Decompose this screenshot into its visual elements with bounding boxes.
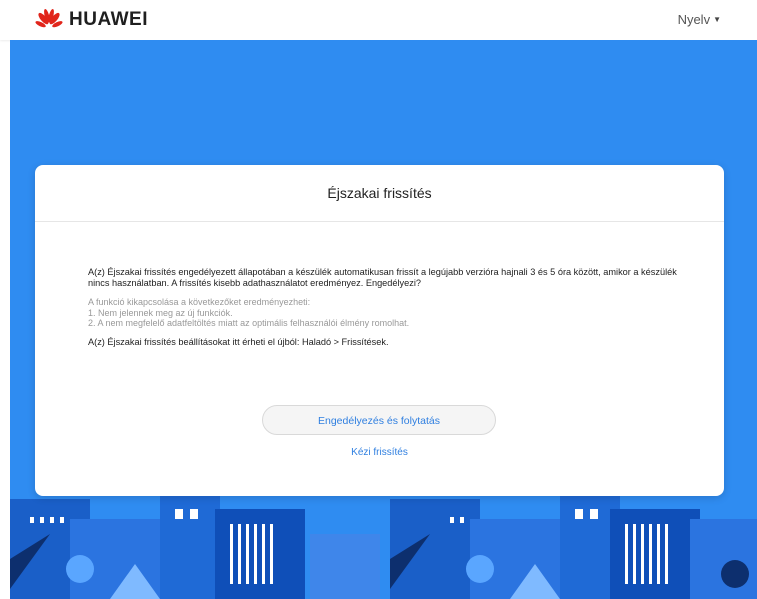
dialog-description: A(z) Éjszakai frissítés engedélyezett ál… <box>88 267 677 288</box>
enable-and-continue-button[interactable]: Engedélyezés és folytatás <box>262 405 496 435</box>
language-label: Nyelv <box>677 12 711 27</box>
language-menu[interactable]: Nyelv ▼ <box>678 12 721 27</box>
huawei-logo: HUAWEI <box>35 8 148 32</box>
hint-line: A funkció kikapcsolása a következőket er… <box>88 297 311 307</box>
dialog-body: A(z) Éjszakai frissítés engedélyezett ál… <box>88 267 678 348</box>
nightly-update-dialog: Éjszakai frissítés A(z) Éjszakai frissít… <box>35 165 724 496</box>
disable-consequences: A funkció kikapcsolása a következőket er… <box>88 297 678 329</box>
settings-path-text: A(z) Éjszakai frissítés beállításokat it… <box>88 336 389 347</box>
dialog-title: Éjszakai frissítés <box>35 165 724 222</box>
caret-down-icon: ▼ <box>713 15 721 24</box>
manual-update-link[interactable]: Kézi frissítés <box>35 447 724 458</box>
top-bar: HUAWEI Nyelv ▼ <box>0 0 757 40</box>
huawei-petal-icon <box>35 9 63 28</box>
hint-line: 1. Nem jelennek meg az új funkciók. <box>88 307 233 318</box>
brand-name: HUAWEI <box>69 9 148 30</box>
hint-line: 2. A nem megfelelő adatfeltöltés miatt a… <box>88 318 410 328</box>
